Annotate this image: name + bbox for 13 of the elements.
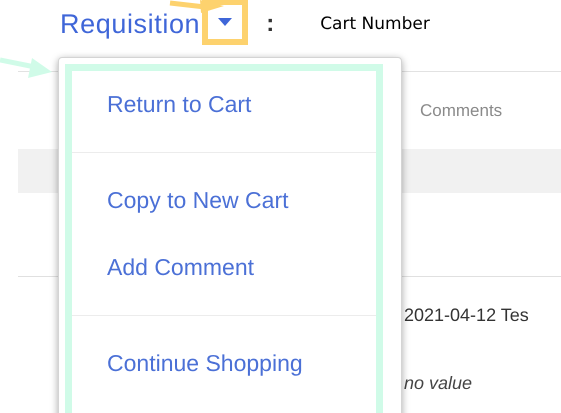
page-title: Requisition (60, 8, 200, 40)
dropdown-button[interactable] (218, 18, 232, 26)
menu-item[interactable]: Add Comment (72, 234, 376, 301)
menu-item[interactable]: Continue Shopping (72, 330, 376, 397)
separator: : (266, 10, 274, 38)
tab[interactable]: Comments (420, 100, 502, 121)
caret-icon (218, 18, 232, 26)
annotation-label: Cart Number (320, 14, 430, 34)
menu-item[interactable]: Copy to New Cart (72, 167, 376, 234)
empty-value: no value (404, 373, 472, 394)
annotation-arrow (0, 58, 52, 78)
table-cell: 2021-04-12 Tes (404, 305, 529, 326)
menu-item[interactable]: Return to Cart (72, 71, 376, 138)
